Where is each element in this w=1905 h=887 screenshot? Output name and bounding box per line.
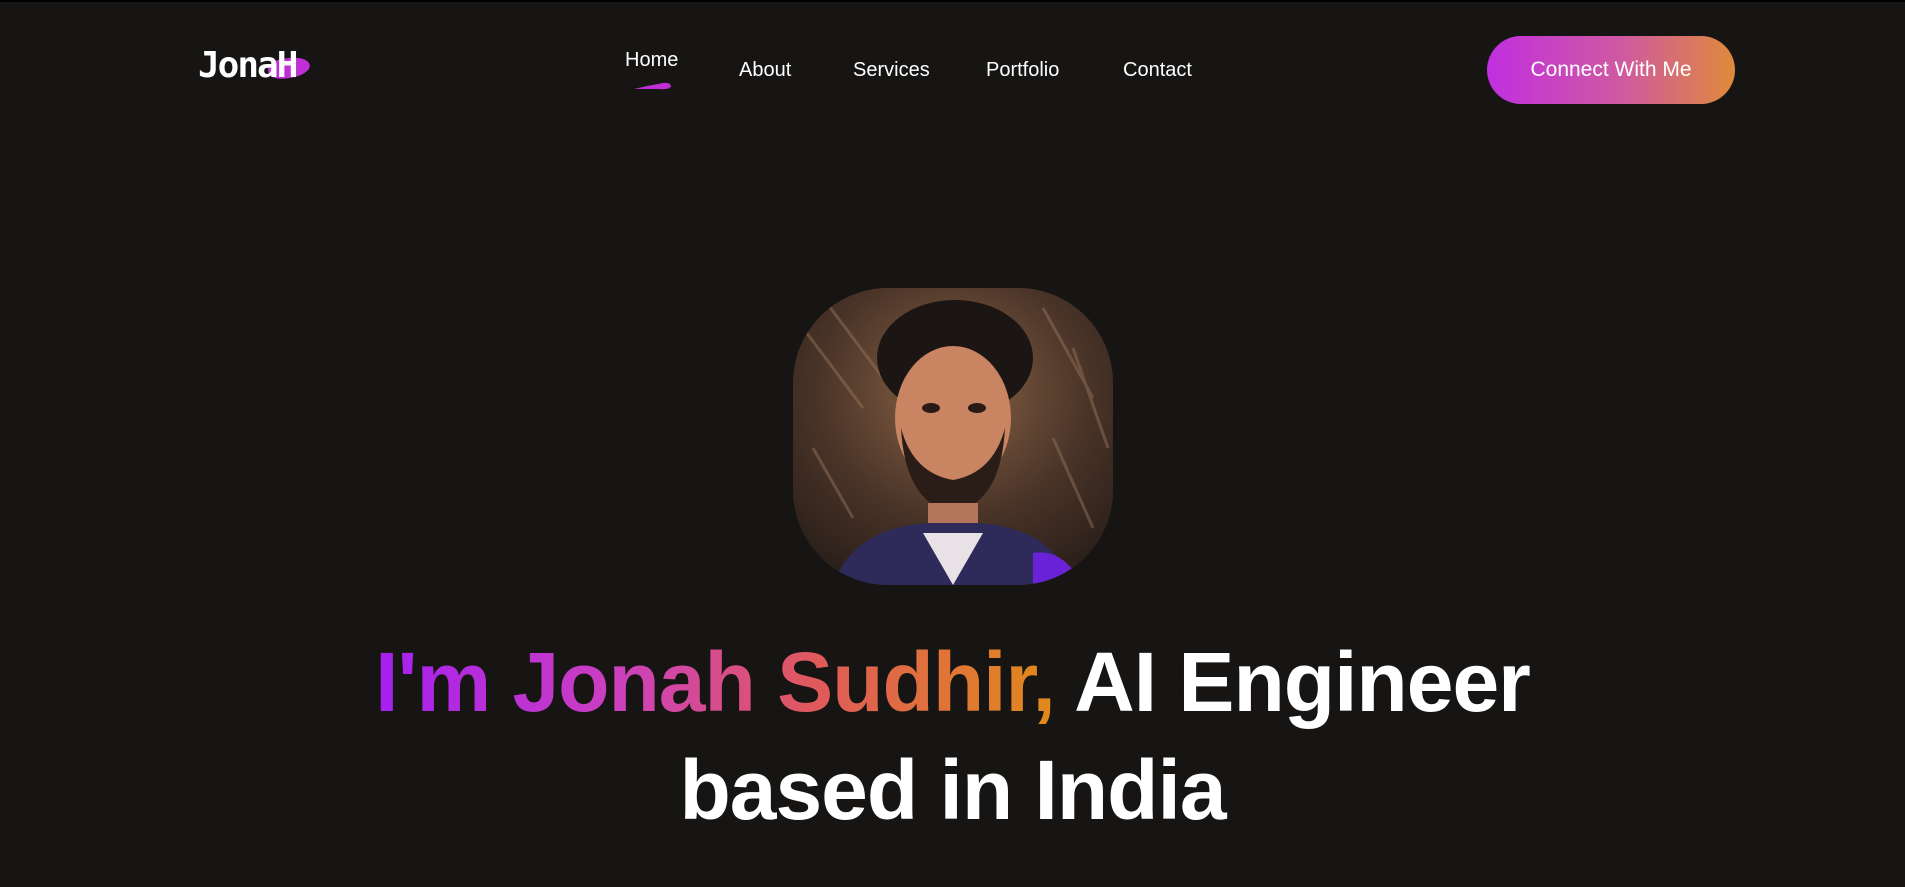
profile-portrait bbox=[793, 288, 1113, 585]
nav-about-link[interactable]: About bbox=[739, 59, 791, 82]
hero-headline-location: based in India bbox=[679, 743, 1226, 837]
logo-text: JonaH bbox=[198, 45, 298, 86]
nav-services-link[interactable]: Services bbox=[853, 59, 930, 82]
connect-with-me-button[interactable]: Connect With Me bbox=[1487, 36, 1735, 104]
active-nav-indicator bbox=[634, 82, 671, 90]
hero-headline-role: AI Engineer bbox=[1074, 635, 1531, 729]
top-border bbox=[0, 0, 1905, 2]
hero-headline-name: I'm Jonah Sudhir, bbox=[375, 635, 1056, 729]
nav-contact-link[interactable]: Contact bbox=[1123, 59, 1192, 82]
nav-portfolio-link[interactable]: Portfolio bbox=[986, 59, 1059, 82]
profile-photo-icon bbox=[793, 288, 1113, 585]
site-logo[interactable]: JonaH bbox=[198, 44, 318, 88]
hero-headline: I'm Jonah Sudhir, AI Engineer based in I… bbox=[0, 628, 1905, 844]
nav-home-link[interactable]: Home bbox=[625, 49, 678, 72]
